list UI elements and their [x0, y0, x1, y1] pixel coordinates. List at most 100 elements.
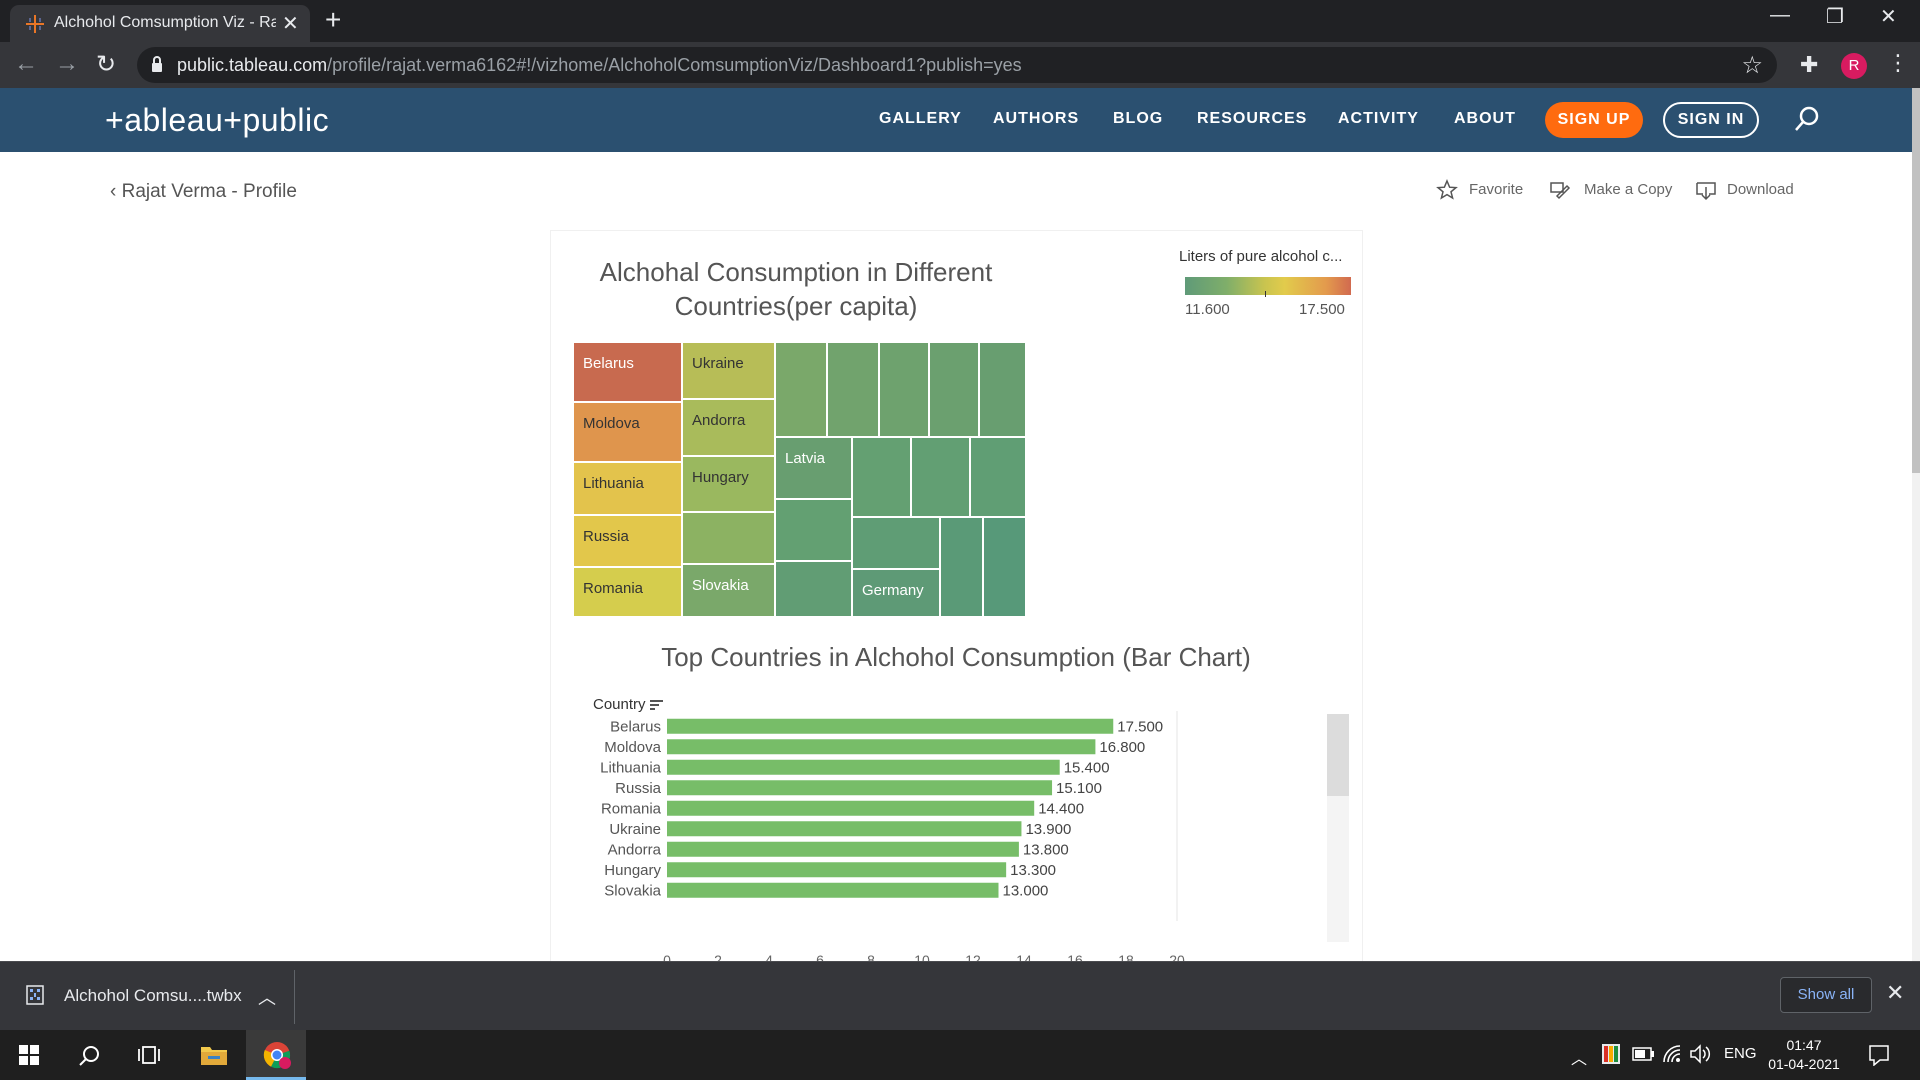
download-file-name[interactable]: Alchohol Comsu....twbx: [64, 986, 242, 1006]
bar[interactable]: [667, 821, 1022, 837]
treemap-cell-lithuania[interactable]: Lithuania: [573, 462, 682, 515]
bar[interactable]: [667, 882, 999, 898]
notifications-icon[interactable]: [1868, 1044, 1890, 1066]
sign-in-button[interactable]: SIGN IN: [1663, 102, 1759, 138]
window-close-icon[interactable]: ✕: [1880, 4, 1897, 29]
treemap-cell-unlabeled[interactable]: [911, 437, 970, 517]
treemap-cell-unlabeled[interactable]: [940, 517, 983, 617]
treemap-cell-romania[interactable]: Romania: [573, 567, 682, 617]
restore-icon[interactable]: ❐: [1826, 4, 1844, 29]
back-arrow-icon[interactable]: ←: [14, 50, 38, 78]
treemap-cell-unlabeled[interactable]: [682, 512, 775, 564]
sign-up-button[interactable]: SIGN UP: [1545, 102, 1643, 138]
treemap-cell-germany[interactable]: Germany: [852, 569, 940, 617]
treemap-cell-unlabeled[interactable]: [775, 342, 827, 437]
bar[interactable]: [667, 800, 1035, 816]
x-tick-label: 20: [1169, 952, 1185, 961]
bar-chart-scrollbar-thumb[interactable]: [1327, 714, 1349, 796]
bookmark-star-icon[interactable]: ☆: [1741, 51, 1763, 80]
minimize-icon[interactable]: —: [1770, 4, 1790, 27]
bar-category-label: Andorra: [608, 841, 662, 858]
treemap-cell-russia[interactable]: Russia: [573, 515, 682, 567]
battery-icon[interactable]: [1632, 1047, 1654, 1061]
language-indicator[interactable]: ENG: [1724, 1045, 1757, 1062]
download-icon[interactable]: [1695, 179, 1717, 201]
treemap-cell-unlabeled[interactable]: [983, 517, 1026, 617]
close-shelf-icon[interactable]: ✕: [1886, 980, 1904, 1006]
treemap-cell-moldova[interactable]: Moldova: [573, 402, 682, 462]
show-all-button[interactable]: Show all: [1780, 977, 1872, 1013]
volume-icon[interactable]: [1690, 1044, 1712, 1064]
viz-dashboard[interactable]: Alchohal Consumption in Different Countr…: [550, 230, 1363, 961]
page-scrollbar-thumb[interactable]: [1912, 88, 1920, 473]
make-copy-icon[interactable]: [1549, 179, 1571, 201]
treemap-cell-latvia[interactable]: Latvia: [775, 437, 852, 499]
bar[interactable]: [667, 841, 1019, 857]
nav-activity[interactable]: ACTIVITY: [1338, 110, 1419, 128]
task-view-icon[interactable]: [138, 1045, 162, 1065]
chevron-up-icon[interactable]: ︿: [1571, 1045, 1587, 1069]
treemap-cell-hungary[interactable]: Hungary: [682, 456, 775, 512]
treemap-cell-unlabeled[interactable]: [852, 517, 940, 569]
profile-avatar[interactable]: R: [1841, 53, 1867, 79]
treemap-cell-unlabeled[interactable]: [775, 561, 852, 617]
chrome-taskbar-button[interactable]: [246, 1030, 306, 1080]
treemap-cell-unlabeled[interactable]: [970, 437, 1026, 517]
treemap-cell-unlabeled[interactable]: [852, 437, 911, 517]
nav-gallery[interactable]: GALLERY: [879, 110, 962, 128]
treemap-cell-unlabeled[interactable]: [879, 342, 929, 437]
treemap-cell-belarus[interactable]: Belarus: [573, 342, 682, 402]
treemap-cell-unlabeled[interactable]: [929, 342, 979, 437]
bar-chart-scrollbar[interactable]: [1327, 714, 1349, 942]
wifi-icon[interactable]: [1662, 1044, 1682, 1064]
sort-icon[interactable]: [649, 699, 664, 711]
nav-authors[interactable]: AUTHORS: [993, 110, 1079, 128]
nav-about[interactable]: ABOUT: [1454, 110, 1516, 128]
legend-title[interactable]: Liters of pure alcohol c...: [1179, 248, 1359, 265]
windows-start-icon[interactable]: [19, 1045, 39, 1065]
forward-arrow-icon[interactable]: →: [55, 50, 79, 78]
browser-tab[interactable]: Alchohol Comsumption Viz - Raj ✕: [10, 5, 310, 42]
search-icon[interactable]: [1792, 104, 1822, 134]
download-button[interactable]: Download: [1727, 181, 1794, 198]
reload-icon[interactable]: ↻: [96, 50, 116, 79]
nav-blog[interactable]: BLOG: [1113, 110, 1163, 128]
extensions-puzzle-icon[interactable]: ✚: [1800, 52, 1818, 78]
x-tick-label: 12: [965, 952, 981, 961]
clock[interactable]: 01:47 01-04-2021: [1766, 1036, 1842, 1074]
x-tick-label: 2: [714, 952, 722, 961]
x-tick-label: 10: [914, 952, 930, 961]
treemap-cell-unlabeled[interactable]: [979, 342, 1026, 437]
back-to-profile-link[interactable]: ‹ Rajat Verma - Profile: [110, 181, 297, 203]
treemap-cell-slovakia[interactable]: Slovakia: [682, 564, 775, 617]
star-icon[interactable]: [1436, 179, 1458, 201]
treemap-cell-ukraine[interactable]: Ukraine: [682, 342, 775, 399]
bar-value-label: 16.800: [1099, 739, 1145, 756]
bar-value-label: 15.400: [1064, 759, 1110, 776]
x-tick-label: 8: [867, 952, 875, 961]
bar[interactable]: [667, 759, 1060, 775]
tab-close-icon[interactable]: ✕: [282, 11, 299, 36]
bar[interactable]: [667, 718, 1114, 734]
tableau-header: +ableau+public GALLERY AUTHORS BLOG RESO…: [0, 88, 1912, 152]
tableau-public-logo[interactable]: +ableau+public: [105, 102, 329, 139]
nav-resources[interactable]: RESOURCES: [1197, 110, 1307, 128]
browser-menu-icon[interactable]: ⋮: [1887, 50, 1909, 76]
divider: [294, 970, 295, 1024]
bar[interactable]: [667, 739, 1096, 755]
make-copy-button[interactable]: Make a Copy: [1584, 181, 1672, 198]
legend-min-value: 11.600: [1185, 301, 1230, 318]
address-bar[interactable]: public.tableau.com/profile/rajat.verma61…: [137, 47, 1777, 83]
chevron-up-icon[interactable]: ︿: [258, 984, 276, 1010]
treemap-cell-unlabeled[interactable]: [775, 499, 852, 561]
favorite-button[interactable]: Favorite: [1469, 181, 1523, 198]
new-tab-icon[interactable]: +: [325, 6, 341, 34]
bar[interactable]: [667, 780, 1053, 796]
page-scrollbar[interactable]: [1912, 88, 1920, 961]
search-icon[interactable]: [79, 1045, 101, 1067]
app-tray-icon[interactable]: [1602, 1044, 1620, 1064]
file-explorer-icon[interactable]: [200, 1044, 228, 1066]
treemap-cell-andorra[interactable]: Andorra: [682, 399, 775, 456]
treemap-cell-unlabeled[interactable]: [827, 342, 879, 437]
bar[interactable]: [667, 862, 1007, 878]
